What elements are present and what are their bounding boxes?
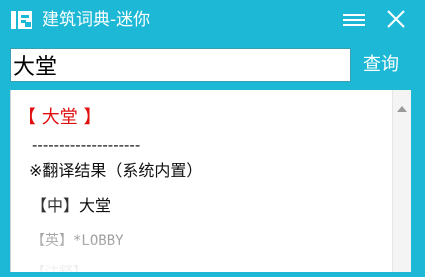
chinese-label: 【中】: [31, 196, 80, 215]
separator-line: --------------------: [32, 136, 141, 154]
entry-title: 【 大堂 】: [18, 107, 102, 128]
window-title: 建筑词典-迷你: [42, 10, 151, 30]
scroll-up-arrow-icon[interactable]: [396, 98, 408, 112]
search-bar: 查询: [10, 48, 410, 82]
menu-icon[interactable]: [340, 8, 368, 32]
search-button[interactable]: 查询: [352, 48, 410, 82]
vertical-scrollbar[interactable]: [392, 90, 411, 277]
app-logo-icon: [10, 9, 34, 31]
mini-dictionary-window: 建筑词典-迷你 查询 【 大堂 】 -------------------- ※…: [0, 0, 425, 277]
search-input[interactable]: [10, 48, 351, 82]
close-icon[interactable]: [383, 6, 409, 32]
chinese-text: 大堂: [79, 196, 112, 215]
title-bar[interactable]: 建筑词典-迷你: [0, 0, 425, 40]
english-label: 【英】: [31, 233, 73, 249]
english-text: *LOBBY: [73, 233, 124, 249]
result-header: ※翻译结果（系统内置）: [29, 161, 203, 180]
result-panel: 【 大堂 】 -------------------- ※翻译结果（系统内置） …: [10, 90, 411, 277]
window-bottom-border: [0, 272, 425, 277]
chinese-row: 【中】大堂: [31, 195, 111, 217]
english-row: 【英】*LOBBY: [31, 230, 124, 252]
